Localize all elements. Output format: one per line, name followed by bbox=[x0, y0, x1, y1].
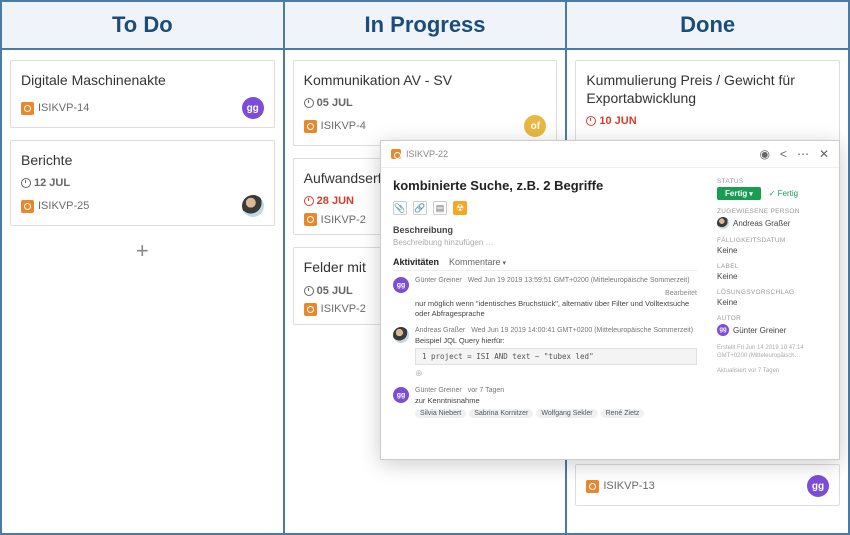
comment: Andreas Graßer Wed Jun 19 2019 14:00:41 G… bbox=[393, 327, 697, 380]
action-icons: 📎 🔗 ▤ ☢ bbox=[393, 201, 697, 215]
avatar[interactable]: gg bbox=[807, 475, 829, 497]
card[interactable]: Kommunikation AV - SV 05 JUL ISIKVP-4 of bbox=[293, 60, 558, 146]
updated-meta: Aktualisiert vor 7 Tagen bbox=[717, 367, 831, 375]
comment: gg Günter Greiner vor 7 Tagen zur Kenntni… bbox=[393, 387, 697, 418]
column-header: In Progress bbox=[285, 2, 566, 50]
card[interactable]: Berichte 12 JUL ISIKVP-25 bbox=[10, 140, 275, 226]
avatar[interactable]: gg bbox=[242, 97, 264, 119]
share-icon[interactable]: < bbox=[780, 147, 787, 161]
column-header: Done bbox=[567, 2, 848, 50]
mention[interactable]: Silvia Niebert bbox=[415, 409, 466, 418]
label-value[interactable]: Keine bbox=[717, 272, 831, 281]
due-label: FÄLLIGKEITSDATUM bbox=[717, 237, 831, 244]
clock-icon bbox=[304, 286, 314, 296]
edited-label: Bearbeitet bbox=[665, 290, 697, 297]
issue-key: ISIKVP-4 bbox=[304, 120, 366, 133]
add-card-button[interactable]: + bbox=[10, 238, 275, 264]
status-dropdown[interactable]: Fertig bbox=[717, 187, 761, 200]
page-icon[interactable]: ▤ bbox=[433, 201, 447, 215]
watch-icon[interactable]: ◉ bbox=[759, 147, 769, 161]
comment-time: Wed Jun 19 2019 14:00:41 GMT+0200 (Mitte… bbox=[471, 327, 693, 334]
author-value[interactable]: ggGünter Greiner bbox=[717, 324, 831, 336]
avatar[interactable]: gg bbox=[393, 277, 409, 293]
card-title: Kommunikation AV - SV bbox=[304, 71, 547, 89]
created-meta: Erstellt Fri Jun 14 2019 10:47:14 GMT+02… bbox=[717, 344, 831, 361]
modal-header: ISIKVP-22 ◉ < ⋯ ✕ bbox=[381, 141, 839, 168]
mention[interactable]: Sabrina Kornitzer bbox=[469, 409, 533, 418]
label-label: LABEL bbox=[717, 263, 831, 270]
issue-type-icon bbox=[304, 303, 317, 316]
card-due-date: 12 JUL bbox=[21, 177, 264, 189]
issue-type-icon bbox=[21, 200, 34, 213]
status-label: STATUS bbox=[717, 178, 831, 185]
issue-type-icon bbox=[304, 120, 317, 133]
issue-detail-modal: ISIKVP-22 ◉ < ⋯ ✕ kombinierte Suche, z.B… bbox=[380, 140, 840, 460]
code-block: 1 project = ISI AND text ~ "tubex led" bbox=[415, 348, 697, 365]
issue-key: ISIKVP-2 bbox=[304, 213, 366, 226]
issue-type-icon bbox=[586, 480, 599, 493]
avatar bbox=[717, 217, 729, 229]
assignee-label: ZUGEWIESENE PERSON bbox=[717, 208, 831, 215]
issue-type-icon bbox=[304, 213, 317, 226]
comment-author[interactable]: Andreas Graßer bbox=[415, 327, 465, 334]
clock-icon bbox=[21, 178, 31, 188]
issue-key: ISIKVP-14 bbox=[21, 102, 89, 115]
card[interactable]: Digitale Maschinenakte ISIKVP-14 gg bbox=[10, 60, 275, 128]
issue-title[interactable]: kombinierte Suche, z.B. 2 Begriffe bbox=[393, 178, 697, 193]
comment-author[interactable]: Günter Greiner bbox=[415, 387, 462, 394]
issue-type-icon bbox=[21, 102, 34, 115]
solution-label: LÖSUNGSVORSCHLAG bbox=[717, 289, 831, 296]
tab-activities[interactable]: Aktivitäten bbox=[393, 257, 439, 267]
card-due-date: 05 JUL bbox=[304, 97, 547, 109]
issue-key: ISIKVP-25 bbox=[21, 200, 89, 213]
solution-value[interactable]: Keine bbox=[717, 298, 831, 307]
assignee-value[interactable]: Andreas Graßer bbox=[717, 217, 831, 229]
card-title: Digitale Maschinenakte bbox=[21, 71, 264, 89]
attach-icon[interactable]: 📎 bbox=[393, 201, 407, 215]
modal-sidebar: STATUS Fertig ✓ Fertig ZUGEWIESENE PERSO… bbox=[709, 168, 839, 459]
column-todo: To Do Digitale Maschinenakte ISIKVP-14 g… bbox=[2, 2, 285, 533]
card[interactable]: Kummulierung Preis / Gewicht für Exporta… bbox=[575, 60, 840, 142]
clock-icon bbox=[304, 196, 314, 206]
comment-time: vor 7 Tagen bbox=[468, 387, 504, 394]
mentions: Silvia Niebert Sabrina Kornitzer Wolfgan… bbox=[415, 409, 697, 418]
comment-text: Beispiel JQL Query hierfür: bbox=[415, 336, 697, 346]
link-icon[interactable]: 🔗 bbox=[413, 201, 427, 215]
comment-author[interactable]: Günter Greiner bbox=[415, 277, 462, 284]
breadcrumb[interactable]: ISIKVP-22 bbox=[406, 149, 448, 159]
comment-time: Wed Jun 19 2019 13:59:51 GMT+0200 (Mitte… bbox=[468, 277, 690, 284]
comment-text: zur Kenntnisnahme bbox=[415, 396, 697, 406]
comment: gg Günter Greiner Wed Jun 19 2019 13:59:5… bbox=[393, 277, 697, 319]
clock-icon bbox=[586, 116, 596, 126]
tab-comments[interactable]: Kommentare bbox=[449, 257, 506, 267]
status-done-indicator: ✓ Fertig bbox=[769, 189, 798, 198]
column-body: Digitale Maschinenakte ISIKVP-14 gg Beri… bbox=[2, 50, 283, 533]
close-icon[interactable]: ✕ bbox=[819, 147, 829, 161]
avatar[interactable]: gg bbox=[393, 387, 409, 403]
author-label: AUTOR bbox=[717, 315, 831, 322]
column-header: To Do bbox=[2, 2, 283, 50]
card[interactable]: ISIKVP-13 gg bbox=[575, 464, 840, 506]
avatar[interactable]: of bbox=[524, 115, 546, 137]
issue-key: ISIKVP-13 bbox=[586, 480, 654, 493]
description-placeholder[interactable]: Beschreibung hinzufügen … bbox=[393, 238, 697, 247]
card-title: Kummulierung Preis / Gewicht für Exporta… bbox=[586, 71, 829, 107]
card-title: Berichte bbox=[21, 151, 264, 169]
description-label: Beschreibung bbox=[393, 225, 697, 235]
modal-main: kombinierte Suche, z.B. 2 Begriffe 📎 🔗 ▤… bbox=[381, 168, 709, 459]
highlight-icon[interactable]: ☢ bbox=[453, 201, 467, 215]
card-due-date: 10 JUN bbox=[586, 115, 829, 127]
avatar: gg bbox=[717, 324, 729, 336]
more-icon[interactable]: ⋯ bbox=[797, 147, 809, 161]
comment-text: nur möglich wenn "identisches Bruchstück… bbox=[415, 299, 697, 319]
mention[interactable]: René Zietz bbox=[601, 409, 645, 418]
issue-key: ISIKVP-2 bbox=[304, 303, 366, 316]
due-value[interactable]: Keine bbox=[717, 246, 831, 255]
activity-tabs: Aktivitäten Kommentare bbox=[393, 257, 697, 271]
avatar[interactable] bbox=[393, 327, 409, 343]
issue-type-icon bbox=[391, 149, 401, 159]
clock-icon bbox=[304, 98, 314, 108]
avatar[interactable] bbox=[242, 195, 264, 217]
mention[interactable]: Wolfgang Sekler bbox=[536, 409, 597, 418]
